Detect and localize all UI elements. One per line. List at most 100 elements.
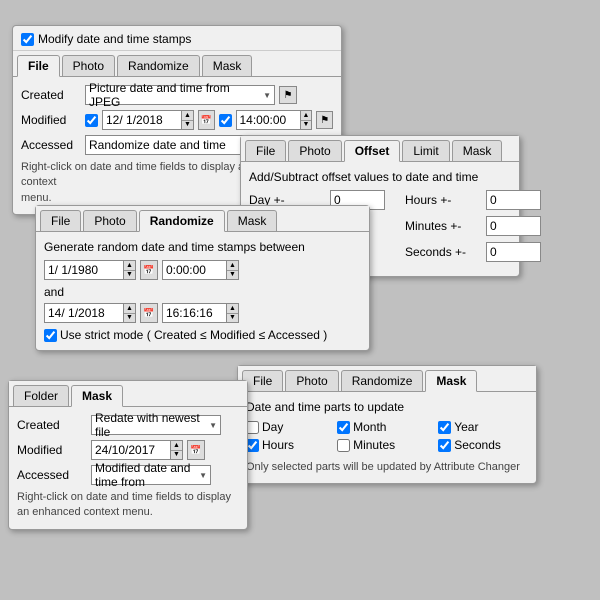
rand-time2-spin: ▲ ▼ [162,303,239,323]
mask-seconds-label[interactable]: Seconds [438,438,528,452]
tab-mask[interactable]: Mask [202,55,253,76]
tab-file[interactable]: File [17,55,60,77]
mask-minutes-label[interactable]: Minutes [337,438,422,452]
p5-modified-down[interactable]: ▼ [171,451,182,460]
created-label: Created [21,88,81,102]
rand-cal2-btn[interactable]: 📅 [140,303,158,323]
tab5-folder[interactable]: Folder [13,385,69,406]
offset-minutes-input[interactable] [486,216,541,236]
mask-year-checkbox[interactable] [438,421,451,434]
offset-minutes-label: Minutes +- [405,219,480,233]
tab3-limit[interactable]: Limit [402,140,449,161]
p5-modified-date-input[interactable] [91,440,171,460]
strict-mode-label[interactable]: Use strict mode ( Created ≤ Modified ≤ A… [44,328,361,342]
offset-title: Add/Subtract offset values to date and t… [249,170,511,184]
tab2-file[interactable]: File [40,210,81,231]
mask-month-checkbox[interactable] [337,421,350,434]
tab-photo[interactable]: Photo [62,55,115,76]
rand-date1-spin: ▲ ▼ [44,260,136,280]
offset-hours-row: Hours +- [405,190,541,210]
rand-time1-down[interactable]: ▼ [227,271,238,280]
rand-time2-down[interactable]: ▼ [227,314,238,323]
tab2-photo[interactable]: Photo [83,210,136,231]
tab2-mask[interactable]: Mask [227,210,278,231]
modified-date-down[interactable]: ▼ [182,121,193,130]
mask-day-label[interactable]: Day [246,420,321,434]
p5-cal-btn[interactable]: 📅 [187,440,205,460]
modified-cal-btn[interactable]: 📅 [198,110,215,130]
rand-time1-up[interactable]: ▲ [227,261,238,271]
mask-month-label[interactable]: Month [337,420,422,434]
tab5-mask[interactable]: Mask [71,385,123,407]
tab3-file[interactable]: File [245,140,286,161]
modify-timestamps-row: Modify date and time stamps [13,26,341,51]
mask-year-text: Year [454,420,478,434]
tab4-randomize[interactable]: Randomize [341,370,424,391]
tab3-mask[interactable]: Mask [452,140,503,161]
created-dropdown[interactable]: Picture date and time from JPEG ▼ [85,85,275,105]
mask-title: Date and time parts to update [246,400,528,414]
modified-time-checkbox[interactable] [219,114,232,127]
rand-time2-input[interactable] [162,303,227,323]
tab4-photo[interactable]: Photo [285,370,338,391]
and-label: and [44,285,361,299]
modified-date-input[interactable] [102,110,182,130]
strict-mode-checkbox[interactable] [44,329,57,342]
p5-accessed-value: Modified date and time from [95,461,199,489]
tab3-photo[interactable]: Photo [288,140,341,161]
offset-seconds-input[interactable] [486,242,541,262]
modify-timestamps-checkbox[interactable] [21,33,34,46]
p5-modified-date-spin: ▲ ▼ [91,440,183,460]
p5-accessed-label: Accessed [17,468,87,482]
tab4-file[interactable]: File [242,370,283,391]
tab-randomize[interactable]: Randomize [117,55,200,76]
modified-time-up[interactable]: ▲ [301,111,312,121]
modified-time-input[interactable] [236,110,301,130]
created-icon-btn[interactable]: ⚑ [279,86,297,104]
mask-note: Only selected parts will be updated by A… [246,460,528,475]
mask-year-label[interactable]: Year [438,420,528,434]
offset-right-col: Hours +- Minutes +- Seconds +- [405,190,541,268]
offset-hours-input[interactable] [486,190,541,210]
panel3-tab-bar: File Photo Offset Limit Mask [241,136,519,162]
rand-time1-spin: ▲ ▼ [162,260,239,280]
rand-cal1-btn[interactable]: 📅 [140,260,158,280]
tab4-mask[interactable]: Mask [425,370,477,392]
p5-modified-up[interactable]: ▲ [171,441,182,451]
rand-date1-up[interactable]: ▲ [124,261,135,271]
randomize-panel: File Photo Randomize Mask Generate rando… [35,205,370,351]
modified-time-checkbox-label[interactable] [219,114,232,127]
mask-minutes-checkbox[interactable] [337,439,350,452]
mask-minutes-text: Minutes [353,438,395,452]
p5-modified-label: Modified [17,443,87,457]
mask-seconds-text: Seconds [454,438,501,452]
accessed-dropdown[interactable]: Randomize date and time ▼ [85,135,255,155]
modified-date-spin-buttons: ▲ ▼ [182,110,194,130]
tab2-randomize[interactable]: Randomize [139,210,225,232]
panel1-tab-bar: File Photo Randomize Mask [13,51,341,77]
offset-hours-label: Hours +- [405,193,480,207]
rand-date1-down[interactable]: ▼ [124,271,135,280]
modified-icon-btn[interactable]: ⚑ [316,111,333,129]
rand-date2-down[interactable]: ▼ [124,314,135,323]
tab3-offset[interactable]: Offset [344,140,401,162]
rand-date2-input[interactable] [44,303,124,323]
mask-hours-label[interactable]: Hours [246,438,321,452]
modified-date-spin: ▲ ▼ [102,110,194,130]
rand-time1-input[interactable] [162,260,227,280]
p5-accessed-row: Accessed Modified date and time from ▼ [17,465,239,485]
modified-time-down[interactable]: ▼ [301,121,312,130]
modified-checkbox-label[interactable] [85,114,98,127]
panel2-content: Generate random date and time stamps bet… [36,232,369,350]
p5-created-dropdown[interactable]: Redate with newest file ▼ [91,415,221,435]
modified-date-up[interactable]: ▲ [182,111,193,121]
modified-time-spin-buttons: ▲ ▼ [301,110,313,130]
rand-time2-up[interactable]: ▲ [227,304,238,314]
rand-date2-up[interactable]: ▲ [124,304,135,314]
randomize-date2-row: ▲ ▼ 📅 ▲ ▼ [44,303,361,323]
p5-accessed-dropdown[interactable]: Modified date and time from ▼ [91,465,211,485]
rand-date1-input[interactable] [44,260,124,280]
panel2-tab-bar: File Photo Randomize Mask [36,206,369,232]
mask-seconds-checkbox[interactable] [438,439,451,452]
modified-checkbox[interactable] [85,114,98,127]
